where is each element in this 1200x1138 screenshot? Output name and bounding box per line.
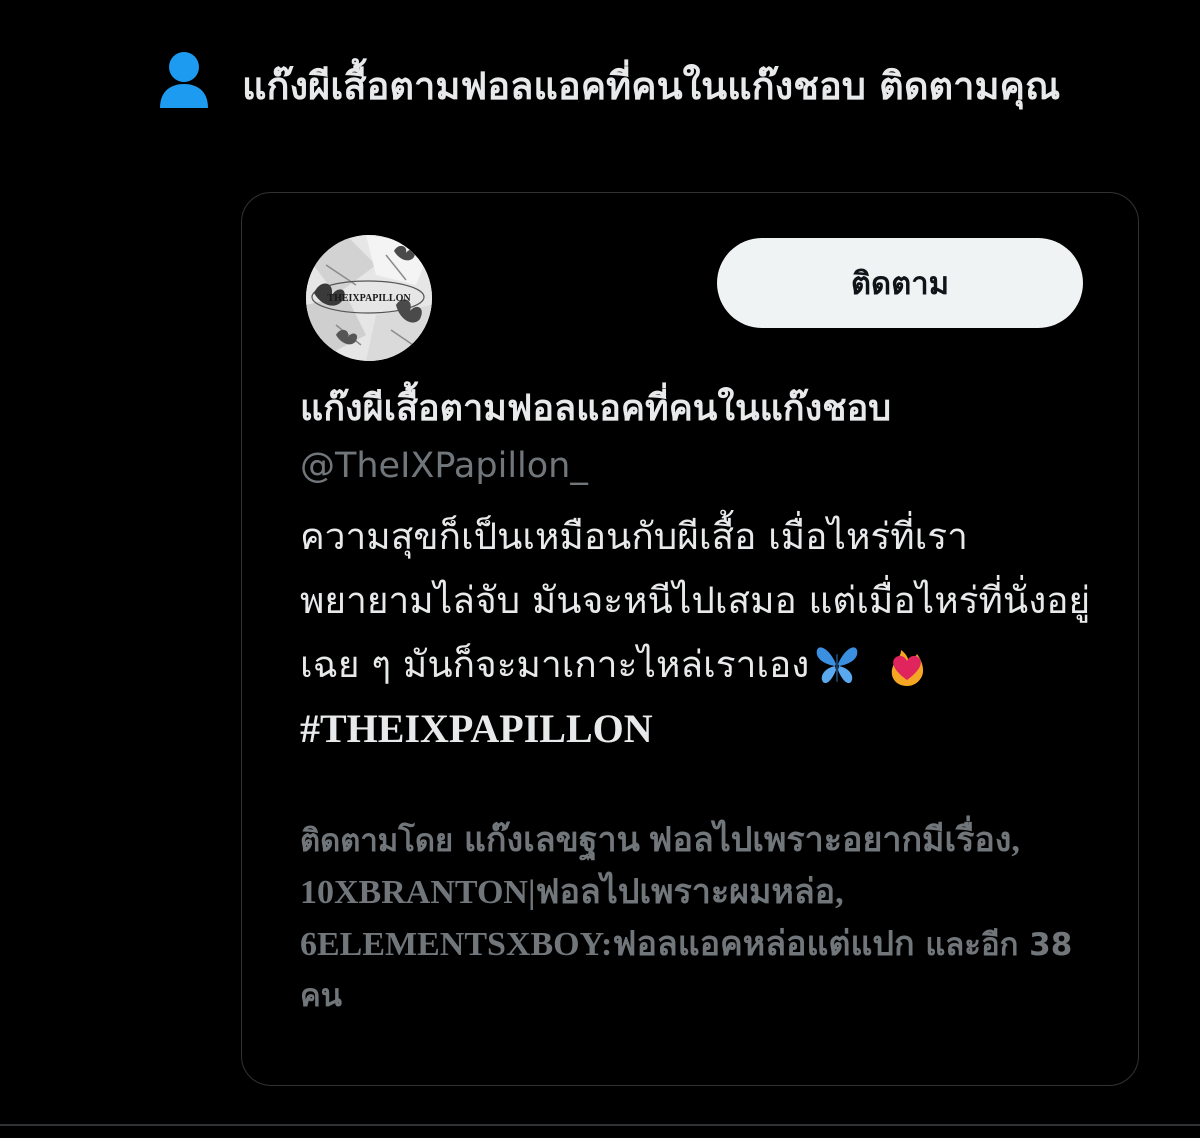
avatar-text: THEIXPAPILLON <box>327 293 411 304</box>
notification-action: ติดตามคุณ <box>865 64 1061 108</box>
follow-button[interactable]: ติดตาม <box>717 238 1083 328</box>
notification-actor-name[interactable]: แก๊งผีเสื้อตามฟอลแอคที่คนในแก๊งชอบ <box>242 64 866 108</box>
bio-text: ความสุขก็เป็นเหมือนกับผีเสื้อ เมื่อไหร่ท… <box>300 515 1091 686</box>
divider <box>0 1124 1200 1126</box>
followed-by-text: ติดตามโดย แก๊งเลขฐาน ฟอลไปเพราะอยากมีเรื… <box>300 815 1100 1022</box>
followed-by-prefix: ติดตามโดย <box>300 823 464 859</box>
butterfly-emoji-icon <box>817 646 858 683</box>
notification-text: แก๊งผีเสื้อตามฟอลแอคที่คนในแก๊งชอบ ติดตา… <box>242 56 1142 116</box>
bio-hashtag[interactable]: #THEIXPAPILLON <box>300 706 653 751</box>
user-handle[interactable]: @TheIXPapillon_ <box>300 439 588 493</box>
person-icon <box>160 52 208 108</box>
heart-on-fire-emoji-icon <box>891 649 924 686</box>
avatar[interactable]: THEIXPAPILLON <box>306 235 432 361</box>
user-card[interactable]: THEIXPAPILLON ติดตาม แก๊งผีเสื้อตามฟอลแอ… <box>241 192 1139 1086</box>
follow-notification[interactable]: แก๊งผีเสื้อตามฟอลแอคที่คนในแก๊งชอบ ติดตา… <box>0 0 1200 1138</box>
avatar-image: THEIXPAPILLON <box>306 235 432 361</box>
user-bio: ความสุขก็เป็นเหมือนกับผีเสื้อ เมื่อไหร่ท… <box>300 505 1100 762</box>
display-name[interactable]: แก๊งผีเสื้อตามฟอลแอคที่คนในแก๊งชอบ <box>300 379 891 439</box>
